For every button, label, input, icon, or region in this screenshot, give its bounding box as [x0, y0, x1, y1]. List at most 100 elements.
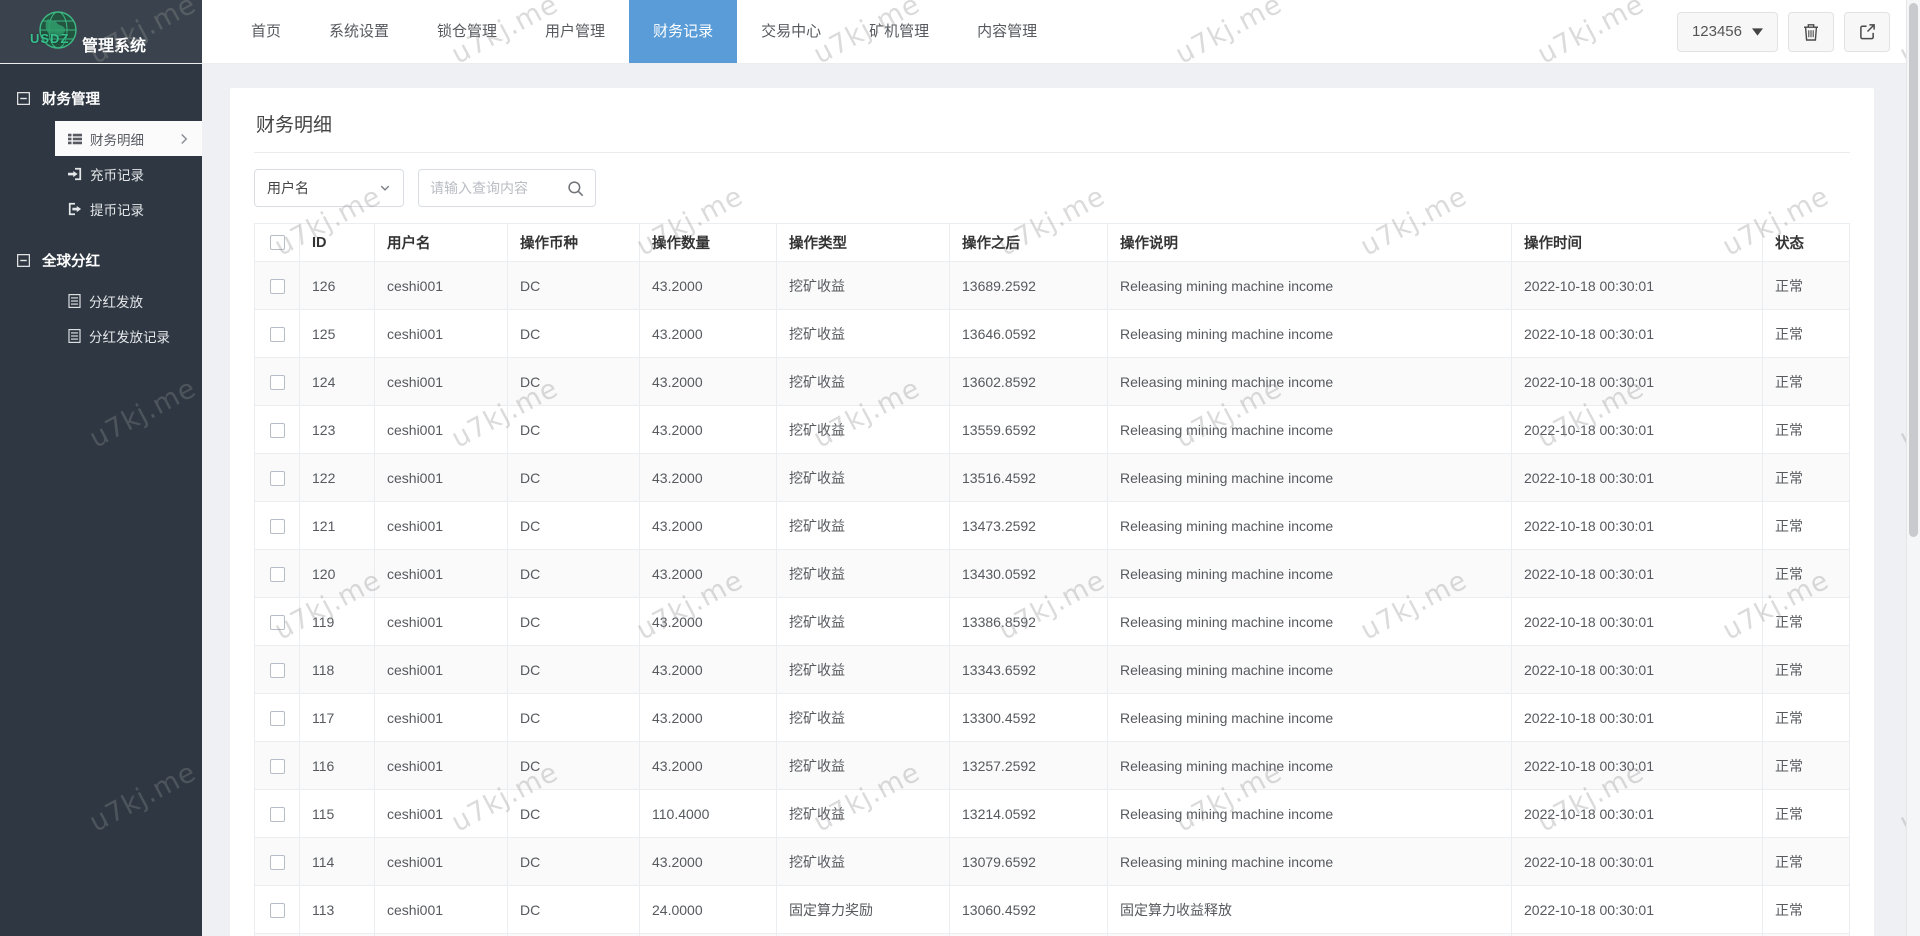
tab-home[interactable]: 首页 [227, 0, 305, 63]
cell-id: 120 [300, 550, 375, 598]
cell-status: 正常 [1763, 646, 1850, 694]
row-checkbox[interactable] [270, 567, 285, 582]
row-checkbox[interactable] [270, 471, 285, 486]
topbar-actions: 123456 [1677, 0, 1920, 63]
cell-after: 13602.8592 [950, 358, 1108, 406]
user-dropdown[interactable]: 123456 [1677, 12, 1778, 52]
table-row: 118ceshi001DC43.2000挖矿收益13343.6592Releas… [255, 646, 1850, 694]
cell-after: 13689.2592 [950, 262, 1108, 310]
cell-type: 挖矿收益 [777, 262, 950, 310]
cell-amount: 43.2000 [640, 838, 777, 886]
document-icon [68, 329, 81, 343]
sidebar-item-dividend-issue[interactable]: 分红发放 [55, 283, 202, 318]
cell-time: 2022-10-18 00:30:01 [1512, 502, 1763, 550]
cell-type: 挖矿收益 [777, 790, 950, 838]
filter-bar: 用户名 [254, 169, 1850, 207]
row-checkbox[interactable] [270, 519, 285, 534]
sidebar-item-dividend-issue-records[interactable]: 分红发放记录 [55, 318, 202, 353]
row-checkbox[interactable] [270, 903, 285, 918]
row-checkbox[interactable] [270, 615, 285, 630]
table-row: 115ceshi001DC110.4000挖矿收益13214.0592Relea… [255, 790, 1850, 838]
sidebar-item-withdraw-records[interactable]: 提币记录 [55, 191, 202, 226]
table-row: 122ceshi001DC43.2000挖矿收益13516.4592Releas… [255, 454, 1850, 502]
column-header-type: 操作类型 [777, 224, 950, 262]
cell-coin: DC [508, 310, 640, 358]
cell-type: 挖矿收益 [777, 742, 950, 790]
cell-desc: Releasing mining machine income [1108, 454, 1512, 502]
document-icon [68, 294, 81, 308]
sidebar-item-label: 充币记录 [90, 164, 144, 184]
cell-desc: 固定算力收益释放 [1108, 886, 1512, 934]
tab-trade-center[interactable]: 交易中心 [737, 0, 845, 63]
sidebar-section-finance-management[interactable]: 财务管理 [0, 64, 202, 121]
cell-time: 2022-10-18 00:30:01 [1512, 838, 1763, 886]
cell-type: 固定算力奖励 [777, 886, 950, 934]
cell-after: 13343.6592 [950, 646, 1108, 694]
cell-amount: 43.2000 [640, 358, 777, 406]
row-checkbox[interactable] [270, 663, 285, 678]
select-all-checkbox[interactable] [270, 235, 285, 250]
tab-content-management[interactable]: 内容管理 [953, 0, 1061, 63]
cell-amount: 43.2000 [640, 646, 777, 694]
cell-coin: DC [508, 886, 640, 934]
sidebar-item-finance-detail[interactable]: 财务明细 [55, 121, 202, 156]
trash-button[interactable] [1788, 12, 1834, 52]
cell-coin: DC [508, 358, 640, 406]
sidebar-section-global-dividend[interactable]: 全球分红 [0, 226, 202, 283]
sign-in-icon [68, 167, 82, 181]
row-checkbox[interactable] [270, 855, 285, 870]
cell-type: 挖矿收益 [777, 454, 950, 502]
table-row: 126ceshi001DC43.2000挖矿收益13689.2592Releas… [255, 262, 1850, 310]
app-title: 管理系统 [82, 32, 146, 56]
minus-box-icon [17, 92, 30, 105]
column-header-time: 操作时间 [1512, 224, 1763, 262]
tab-lock-management[interactable]: 锁仓管理 [413, 0, 521, 63]
cell-after: 13386.8592 [950, 598, 1108, 646]
sign-out-icon [68, 202, 82, 216]
sidebar-item-deposit-records[interactable]: 充币记录 [55, 156, 202, 191]
cell-after: 13559.6592 [950, 406, 1108, 454]
column-header-coin: 操作币种 [508, 224, 640, 262]
row-checkbox[interactable] [270, 375, 285, 390]
app-logo[interactable]: USDZ 管理系统 [0, 0, 202, 63]
cell-desc: Releasing mining machine income [1108, 646, 1512, 694]
cell-type: 挖矿收益 [777, 502, 950, 550]
cell-desc: Releasing mining machine income [1108, 310, 1512, 358]
topbar: USDZ 管理系统 首页系统设置锁仓管理用户管理财务记录交易中心矿机管理内容管理… [0, 0, 1920, 64]
cell-time: 2022-10-18 00:30:01 [1512, 886, 1763, 934]
search-icon[interactable] [567, 180, 584, 197]
tab-system-settings[interactable]: 系统设置 [305, 0, 413, 63]
row-checkbox[interactable] [270, 759, 285, 774]
cell-amount: 43.2000 [640, 406, 777, 454]
logout-button[interactable] [1844, 12, 1890, 52]
header-select-cell [255, 224, 300, 262]
tab-finance-records[interactable]: 财务记录 [629, 0, 737, 63]
row-checkbox[interactable] [270, 279, 285, 294]
main-content: 财务明细 用户名 [202, 64, 1906, 936]
sidebar-item-label: 分红发放记录 [89, 326, 170, 346]
tab-miner-management[interactable]: 矿机管理 [845, 0, 953, 63]
cell-status: 正常 [1763, 262, 1850, 310]
user-dropdown-label: 123456 [1692, 23, 1742, 40]
cell-status: 正常 [1763, 454, 1850, 502]
search-input[interactable] [430, 180, 567, 196]
cell-after: 13516.4592 [950, 454, 1108, 502]
cell-type: 挖矿收益 [777, 406, 950, 454]
row-checkbox[interactable] [270, 807, 285, 822]
cell-after: 13214.0592 [950, 790, 1108, 838]
row-checkbox[interactable] [270, 711, 285, 726]
row-checkbox[interactable] [270, 423, 285, 438]
search-box [418, 169, 596, 207]
column-header-username: 用户名 [375, 224, 508, 262]
cell-id: 116 [300, 742, 375, 790]
row-checkbox[interactable] [270, 327, 285, 342]
search-field-select[interactable]: 用户名 [254, 169, 404, 207]
cell-username: ceshi001 [375, 598, 508, 646]
cell-amount: 43.2000 [640, 694, 777, 742]
cell-desc: Releasing mining machine income [1108, 790, 1512, 838]
scrollbar-thumb[interactable] [1909, 3, 1918, 537]
vertical-scrollbar[interactable] [1906, 0, 1920, 936]
cell-coin: DC [508, 694, 640, 742]
tab-user-management[interactable]: 用户管理 [521, 0, 629, 63]
cell-amount: 43.2000 [640, 742, 777, 790]
